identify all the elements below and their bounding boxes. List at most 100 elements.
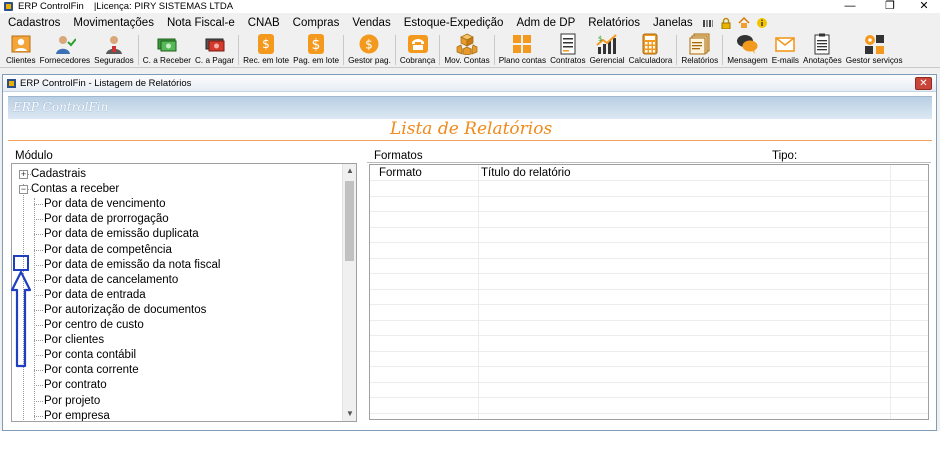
menu-cnab[interactable]: CNAB [241,17,286,29]
grid-row-line [370,211,928,212]
toolbar-gerencial-button[interactable]: $ Gerencial [588,32,627,68]
toolbar-c-receber-button[interactable]: C. a Receber [141,32,193,68]
grid-row-line [370,381,928,383]
scroll-up-arrow-icon[interactable]: ▲ [343,164,356,178]
scroll-down-arrow-icon[interactable]: ▼ [343,407,356,421]
menu-vendas[interactable]: Vendas [346,17,397,29]
toolbar-separator [493,35,495,65]
toolbar-cobranca-button[interactable]: Cobrança [398,32,438,68]
receivable-icon [156,33,178,55]
info-icon[interactable] [756,17,768,29]
tree-connector [34,204,43,206]
toolbar-segurados-button[interactable]: Segurados [92,32,136,68]
menu-cadastros[interactable]: Cadastros [0,17,67,29]
grid-row-line [370,273,928,274]
toolbar-clientes-button[interactable]: Clientes [4,32,38,68]
home-icon[interactable] [738,16,750,29]
batch-receive-icon: $ [255,33,277,55]
close-button[interactable]: ✕ [909,0,939,13]
tree-item-label: Contas a receber [31,183,120,196]
menu-compras[interactable]: Compras [286,17,346,29]
grid-row-line [370,335,928,336]
grid-row-line [370,180,928,181]
column-header-titulo[interactable]: Título do relatório [481,167,571,179]
module-label: Módulo [15,150,53,162]
toolbar-separator [439,35,441,65]
tree-connector [34,279,43,281]
billing-icon [407,33,429,55]
grid-row-line [370,242,928,243]
tree-item-label: Por clientes [44,334,105,347]
toolbar-plano-contas-button[interactable]: Plano contas [497,32,548,68]
reports-window-title: ERP ControlFin - Listagem de Relatórios [20,77,192,89]
tree-connector [34,415,43,417]
toolbar-gestor-servicos-button[interactable]: Gestor serviços [844,32,905,68]
page-title: Lista de Relatórios [390,119,553,139]
tree-connector [34,249,43,251]
column-header-formato[interactable]: Formato [379,167,422,179]
toolbar-rec-lote-button[interactable]: $ Rec. em lote [241,32,291,68]
app-banner: ERP ControlFin [8,96,932,119]
svg-text:$: $ [366,38,374,52]
tree-connector [34,340,43,342]
grid-row-line [370,195,928,197]
svg-text:$: $ [262,37,270,51]
tree-guide-line [34,198,35,421]
toolbar-anotacoes-button[interactable]: Anotações [801,32,844,68]
menu-adm-dp[interactable]: Adm de DP [510,17,582,29]
menu-movimentacoes[interactable]: Movimentações [67,17,161,29]
tree-item-label: Por conta contábil [44,349,137,362]
formats-header: Formatos Tipo: [367,150,931,163]
reports-window-close-button[interactable]: ✕ [915,77,932,90]
tree-connector [34,355,43,357]
type-label: Tipo: [772,150,798,162]
tree-item-label: Por autorização de documentos [44,303,207,316]
tree-item-label: Por data de vencimento [44,198,166,211]
toolbar-contratos-button[interactable]: Contratos [548,32,588,68]
collapse-icon[interactable]: − [19,185,28,195]
toolbar-fornecedores-button[interactable]: Fornecedores [38,32,93,68]
restore-button[interactable]: ❐ [875,0,905,13]
toolbar-calculadora-button[interactable]: Calculadora [627,32,675,68]
menu-relatorios[interactable]: Relatórios [582,17,647,29]
payable-icon [204,33,226,55]
highlight-box [13,255,29,271]
tree-item-label: Por projeto [44,394,101,407]
scrollbar-thumb[interactable] [345,181,354,261]
tree-connector [34,325,43,326]
calculator-icon [639,33,661,55]
reports-window-titlebar: ERP ControlFin - Listagem de Relatórios … [3,75,936,92]
insured-icon [103,33,125,55]
formats-grid[interactable]: Formato Título do relatório [369,164,929,420]
payment-manager-icon: $ [358,33,380,55]
minimize-button[interactable]: — [835,0,865,13]
toolbar-separator [722,35,724,65]
toolbar-separator [343,35,345,65]
tree-scrollbar[interactable]: ▲ ▼ [342,164,356,421]
lock-icon[interactable] [720,17,732,30]
clients-icon [10,33,32,55]
tree-item-label: Cadastrais [31,168,86,180]
toolbar-relatorios-button[interactable]: Relatórios [679,32,720,68]
toolbar-pag-lote-button[interactable]: $ Pag. em lote [291,32,341,68]
toolbar-emails-button[interactable]: E-mails [770,32,801,68]
expand-icon[interactable]: + [19,170,28,179]
toolbar-gestor-pag-button[interactable]: $ Gestor pag. [346,32,393,68]
grid-row-line [370,366,928,367]
toolbar-separator [137,35,139,65]
account-movement-icon [456,33,478,55]
desktop-area [0,431,940,455]
menu-estoque[interactable]: Estoque-Expedição [397,17,510,29]
reports-icon [689,33,711,55]
module-tree[interactable]: + Cadastrais − Contas a receber Por data de … [11,163,357,422]
menu-nota-fiscal[interactable]: Nota Fiscal-e [160,17,241,29]
grid-icon[interactable] [702,17,714,29]
toolbar-separator [238,35,240,65]
toolbar-c-pagar-button[interactable]: C. a Pagar [193,32,236,68]
grid-row-line [370,226,928,228]
toolbar-mensagem-button[interactable]: Mensagem [725,32,770,68]
menu-janelas[interactable]: Janelas [647,17,700,29]
formats-panel: Formatos Tipo: Formato Título do relatór… [367,150,931,422]
batch-pay-icon: $ [305,33,327,55]
toolbar-mov-contas-button[interactable]: Mov. Contas [442,32,491,68]
